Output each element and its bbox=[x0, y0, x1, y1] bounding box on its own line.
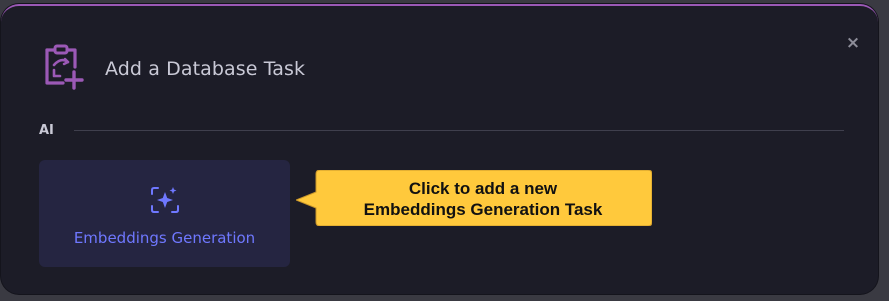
add-task-dialog: Add a Database Task × AI Embeddings Gene… bbox=[1, 4, 878, 294]
embeddings-generation-card[interactable]: Embeddings Generation bbox=[39, 160, 290, 267]
close-icon[interactable]: × bbox=[843, 33, 863, 53]
clipboard-add-icon bbox=[45, 44, 84, 90]
section-label-ai: AI bbox=[39, 123, 54, 138]
callout-text: Click to add a new Embeddings Generation… bbox=[316, 178, 650, 220]
callout-line-2: Embeddings Generation Task bbox=[363, 200, 603, 219]
callout-line-1: Click to add a new bbox=[408, 179, 558, 198]
section-divider bbox=[74, 130, 844, 131]
card-label: Embeddings Generation bbox=[73, 229, 256, 247]
sparkle-frame-icon bbox=[151, 187, 179, 213]
dialog-title: Add a Database Task bbox=[105, 58, 306, 80]
